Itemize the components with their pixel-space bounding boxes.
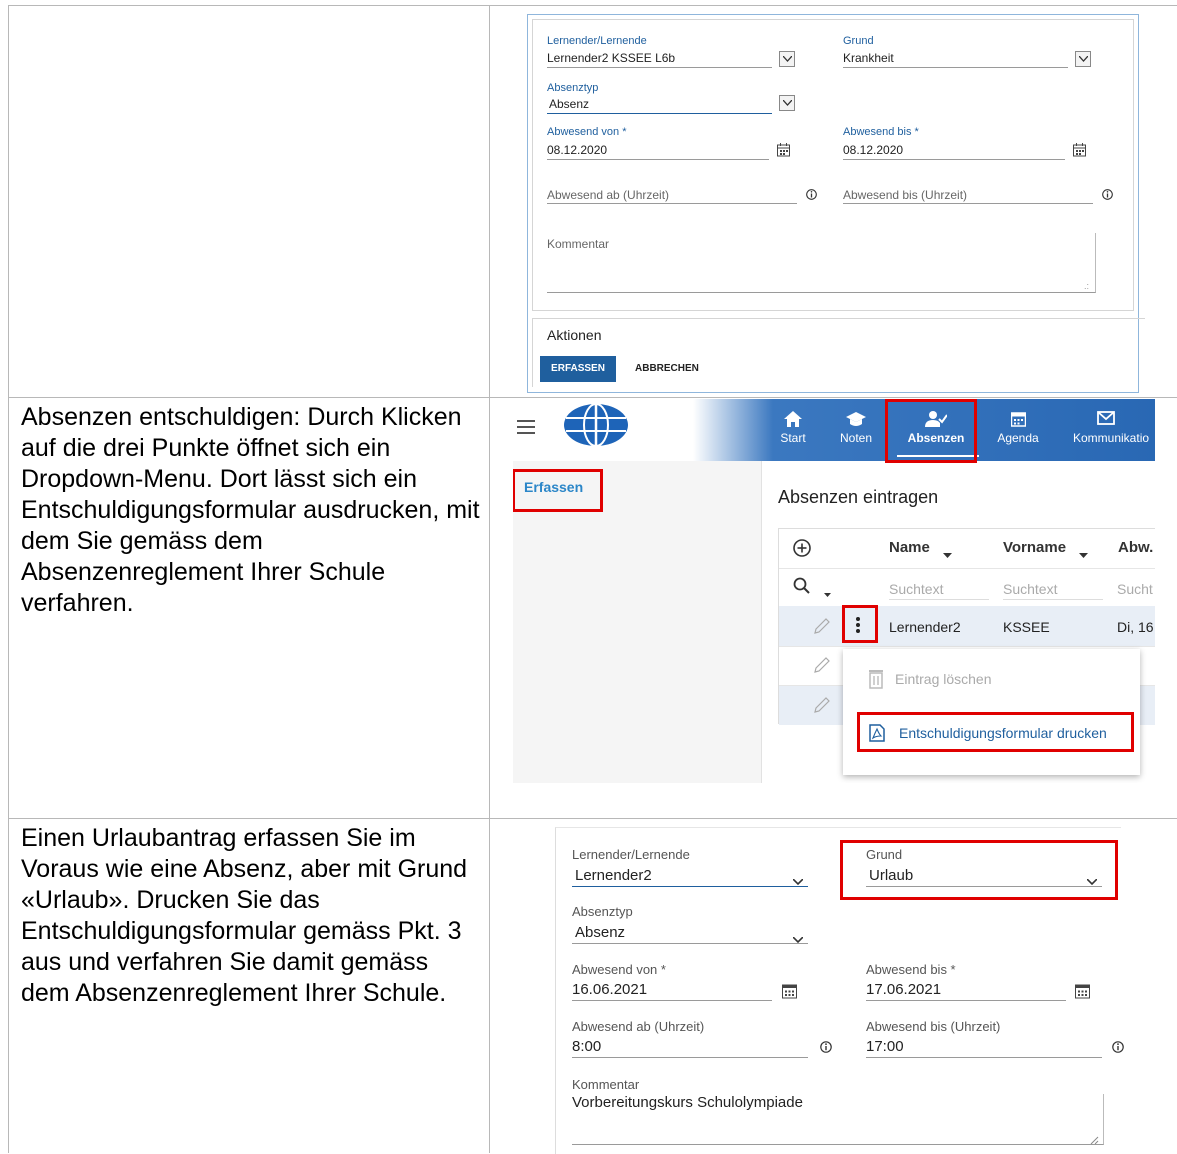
abwesend-von-value[interactable]: 08.12.2020 bbox=[547, 143, 607, 157]
chevron-down-icon[interactable] bbox=[792, 930, 804, 948]
kommentar-value: Vorbereitungskurs Schulolympiade bbox=[572, 1094, 803, 1111]
lernender-label: Lernender/Lernende bbox=[572, 847, 690, 862]
calendar-icon[interactable] bbox=[1075, 983, 1090, 1004]
row2-app-screenshot: Start Noten Absenzen Agenda Kommunikatio… bbox=[513, 399, 1155, 783]
nav-agenda-label: Agenda bbox=[997, 431, 1039, 445]
lernender-label: Lernender/Lernende bbox=[547, 35, 647, 47]
nav-noten[interactable]: Noten bbox=[833, 411, 879, 445]
column-header-abw[interactable]: Abw. bbox=[1118, 539, 1153, 556]
table-border-left bbox=[8, 5, 9, 1153]
calendar-icon[interactable] bbox=[1073, 143, 1086, 162]
abwesend-bis-value[interactable]: 08.12.2020 bbox=[843, 143, 903, 157]
absenztyp-value[interactable]: Absenz bbox=[575, 924, 625, 941]
row3-caption: Einen Urlaubantrag erfassen Sie im Vorau… bbox=[21, 824, 468, 1007]
menu-item-delete[interactable]: Eintrag löschen bbox=[895, 671, 992, 687]
calendar-icon[interactable] bbox=[782, 983, 797, 1004]
absenztyp-value[interactable]: Absenz bbox=[549, 97, 589, 111]
nav-agenda[interactable]: Agenda bbox=[993, 411, 1043, 445]
calendar-icon bbox=[993, 411, 1043, 431]
page-title: Absenzen eintragen bbox=[778, 487, 939, 507]
abwesend-ab-uhrzeit-input[interactable]: Abwesend ab (Uhrzeit) bbox=[547, 188, 669, 202]
grund-dropdown-button[interactable] bbox=[1075, 51, 1091, 67]
column-header-vorname[interactable]: Vorname bbox=[1003, 539, 1066, 556]
aktionen-section: Aktionen ERFASSEN ABBRECHEN bbox=[532, 318, 1145, 387]
row1-name: Lernender2 bbox=[889, 619, 961, 635]
row1-abw: Di, 16 bbox=[1117, 619, 1154, 635]
abwesend-bis-uhrzeit-label: Abwesend bis (Uhrzeit) bbox=[866, 1019, 1001, 1034]
absenztyp-label: Absenztyp bbox=[572, 904, 633, 919]
highlight-grund bbox=[840, 840, 1118, 900]
search-caret-icon[interactable] bbox=[824, 584, 831, 602]
absenztyp-label: Absenztyp bbox=[547, 82, 599, 94]
nav-start-label: Start bbox=[780, 431, 806, 445]
search-vorname-input[interactable]: Suchtext bbox=[1003, 581, 1057, 597]
resize-handle-icon[interactable] bbox=[1090, 1132, 1099, 1150]
home-icon bbox=[773, 411, 813, 431]
highlight-more-options bbox=[842, 605, 878, 643]
abwesend-ab-value[interactable]: 8:00 bbox=[572, 1038, 601, 1055]
search-icon[interactable] bbox=[793, 577, 811, 600]
nav-kommunikation-label: Kommunikatio bbox=[1073, 431, 1150, 445]
nav-noten-label: Noten bbox=[839, 431, 873, 445]
abwesend-bis-label: Abwesend bis * bbox=[866, 962, 956, 977]
highlight-erfassen bbox=[513, 469, 603, 512]
chevron-down-icon[interactable] bbox=[792, 872, 804, 890]
abbrechen-button[interactable]: ABBRECHEN bbox=[635, 363, 699, 374]
row3-form-panel: Lernender/Lernende Lernender2 Grund Urla… bbox=[555, 827, 1124, 1154]
edit-pencil-icon[interactable] bbox=[813, 617, 831, 640]
kommentar-placeholder: Kommentar bbox=[547, 237, 610, 251]
row1-form-panel: Lernender/Lernende Lernender2 KSSEE L6b … bbox=[527, 14, 1145, 393]
grund-value[interactable]: Krankheit bbox=[843, 51, 894, 65]
add-entry-icon[interactable] bbox=[793, 539, 811, 562]
info-icon bbox=[1112, 1040, 1124, 1058]
lernender-value[interactable]: Lernender2 KSSEE L6b bbox=[547, 51, 675, 65]
graduation-cap-icon bbox=[833, 411, 879, 431]
table-row[interactable] bbox=[779, 606, 1155, 646]
hamburger-menu-icon[interactable] bbox=[517, 420, 535, 439]
table-border-row2 bbox=[8, 818, 1177, 819]
nav-start[interactable]: Start bbox=[773, 411, 813, 445]
search-abw-input[interactable]: Sucht bbox=[1117, 581, 1153, 597]
search-name-input[interactable]: Suchtext bbox=[889, 581, 943, 597]
abwesend-bis-uhrzeit-value[interactable]: 17:00 bbox=[866, 1038, 904, 1055]
kommentar-textarea[interactable]: Vorbereitungskurs Schulolympiade bbox=[572, 1094, 1104, 1145]
info-icon bbox=[1102, 187, 1113, 205]
lernender-dropdown-button[interactable] bbox=[779, 51, 795, 67]
grund-label: Grund bbox=[843, 35, 874, 47]
edit-pencil-icon[interactable] bbox=[813, 696, 831, 719]
row-context-menu: Eintrag löschen Entschuldigungsformular … bbox=[843, 649, 1140, 775]
abwesend-von-value[interactable]: 16.06.2021 bbox=[572, 981, 647, 998]
edit-pencil-icon[interactable] bbox=[813, 656, 831, 679]
info-icon bbox=[820, 1040, 832, 1058]
abwesend-von-label: Abwesend von * bbox=[572, 962, 666, 977]
lernender-value[interactable]: Lernender2 bbox=[575, 867, 652, 884]
abwesend-von-label: Abwesend von * bbox=[547, 126, 627, 138]
column-header-name[interactable]: Name bbox=[889, 539, 930, 556]
row1-vorname: KSSEE bbox=[1003, 619, 1050, 635]
table-border-top bbox=[8, 5, 1177, 6]
info-icon bbox=[806, 187, 817, 205]
absenztyp-dropdown-button[interactable] bbox=[779, 95, 795, 111]
highlight-nav-absenzen bbox=[885, 399, 977, 463]
trash-icon bbox=[867, 669, 885, 694]
abwesend-bis-uhrzeit-input[interactable]: Abwesend bis (Uhrzeit) bbox=[843, 188, 967, 202]
erfassen-button[interactable]: ERFASSEN bbox=[540, 356, 616, 382]
row2-caption: Absenzen entschuldigen: Durch Klicken au… bbox=[21, 403, 480, 617]
kommentar-textarea[interactable]: Kommentar .: bbox=[547, 233, 1096, 293]
abwesend-bis-label: Abwesend bis * bbox=[843, 126, 919, 138]
sort-caret-icon[interactable] bbox=[943, 545, 952, 563]
table-border-middle bbox=[489, 5, 490, 1153]
nav-kommunikation[interactable]: Kommunikatio bbox=[1073, 411, 1155, 445]
abwesend-ab-label: Abwesend ab (Uhrzeit) bbox=[572, 1019, 705, 1034]
calendar-icon[interactable] bbox=[777, 143, 790, 162]
abwesend-bis-value[interactable]: 17.06.2021 bbox=[866, 981, 941, 998]
envelope-icon bbox=[1073, 411, 1155, 431]
sort-caret-icon[interactable] bbox=[1079, 545, 1088, 563]
resize-handle-icon[interactable]: .: bbox=[1084, 281, 1089, 291]
kommentar-label: Kommentar bbox=[572, 1077, 640, 1092]
app-logo[interactable] bbox=[563, 402, 629, 453]
aktionen-title: Aktionen bbox=[547, 327, 602, 343]
highlight-print-form bbox=[857, 712, 1134, 752]
table-border-row1 bbox=[8, 397, 1177, 398]
